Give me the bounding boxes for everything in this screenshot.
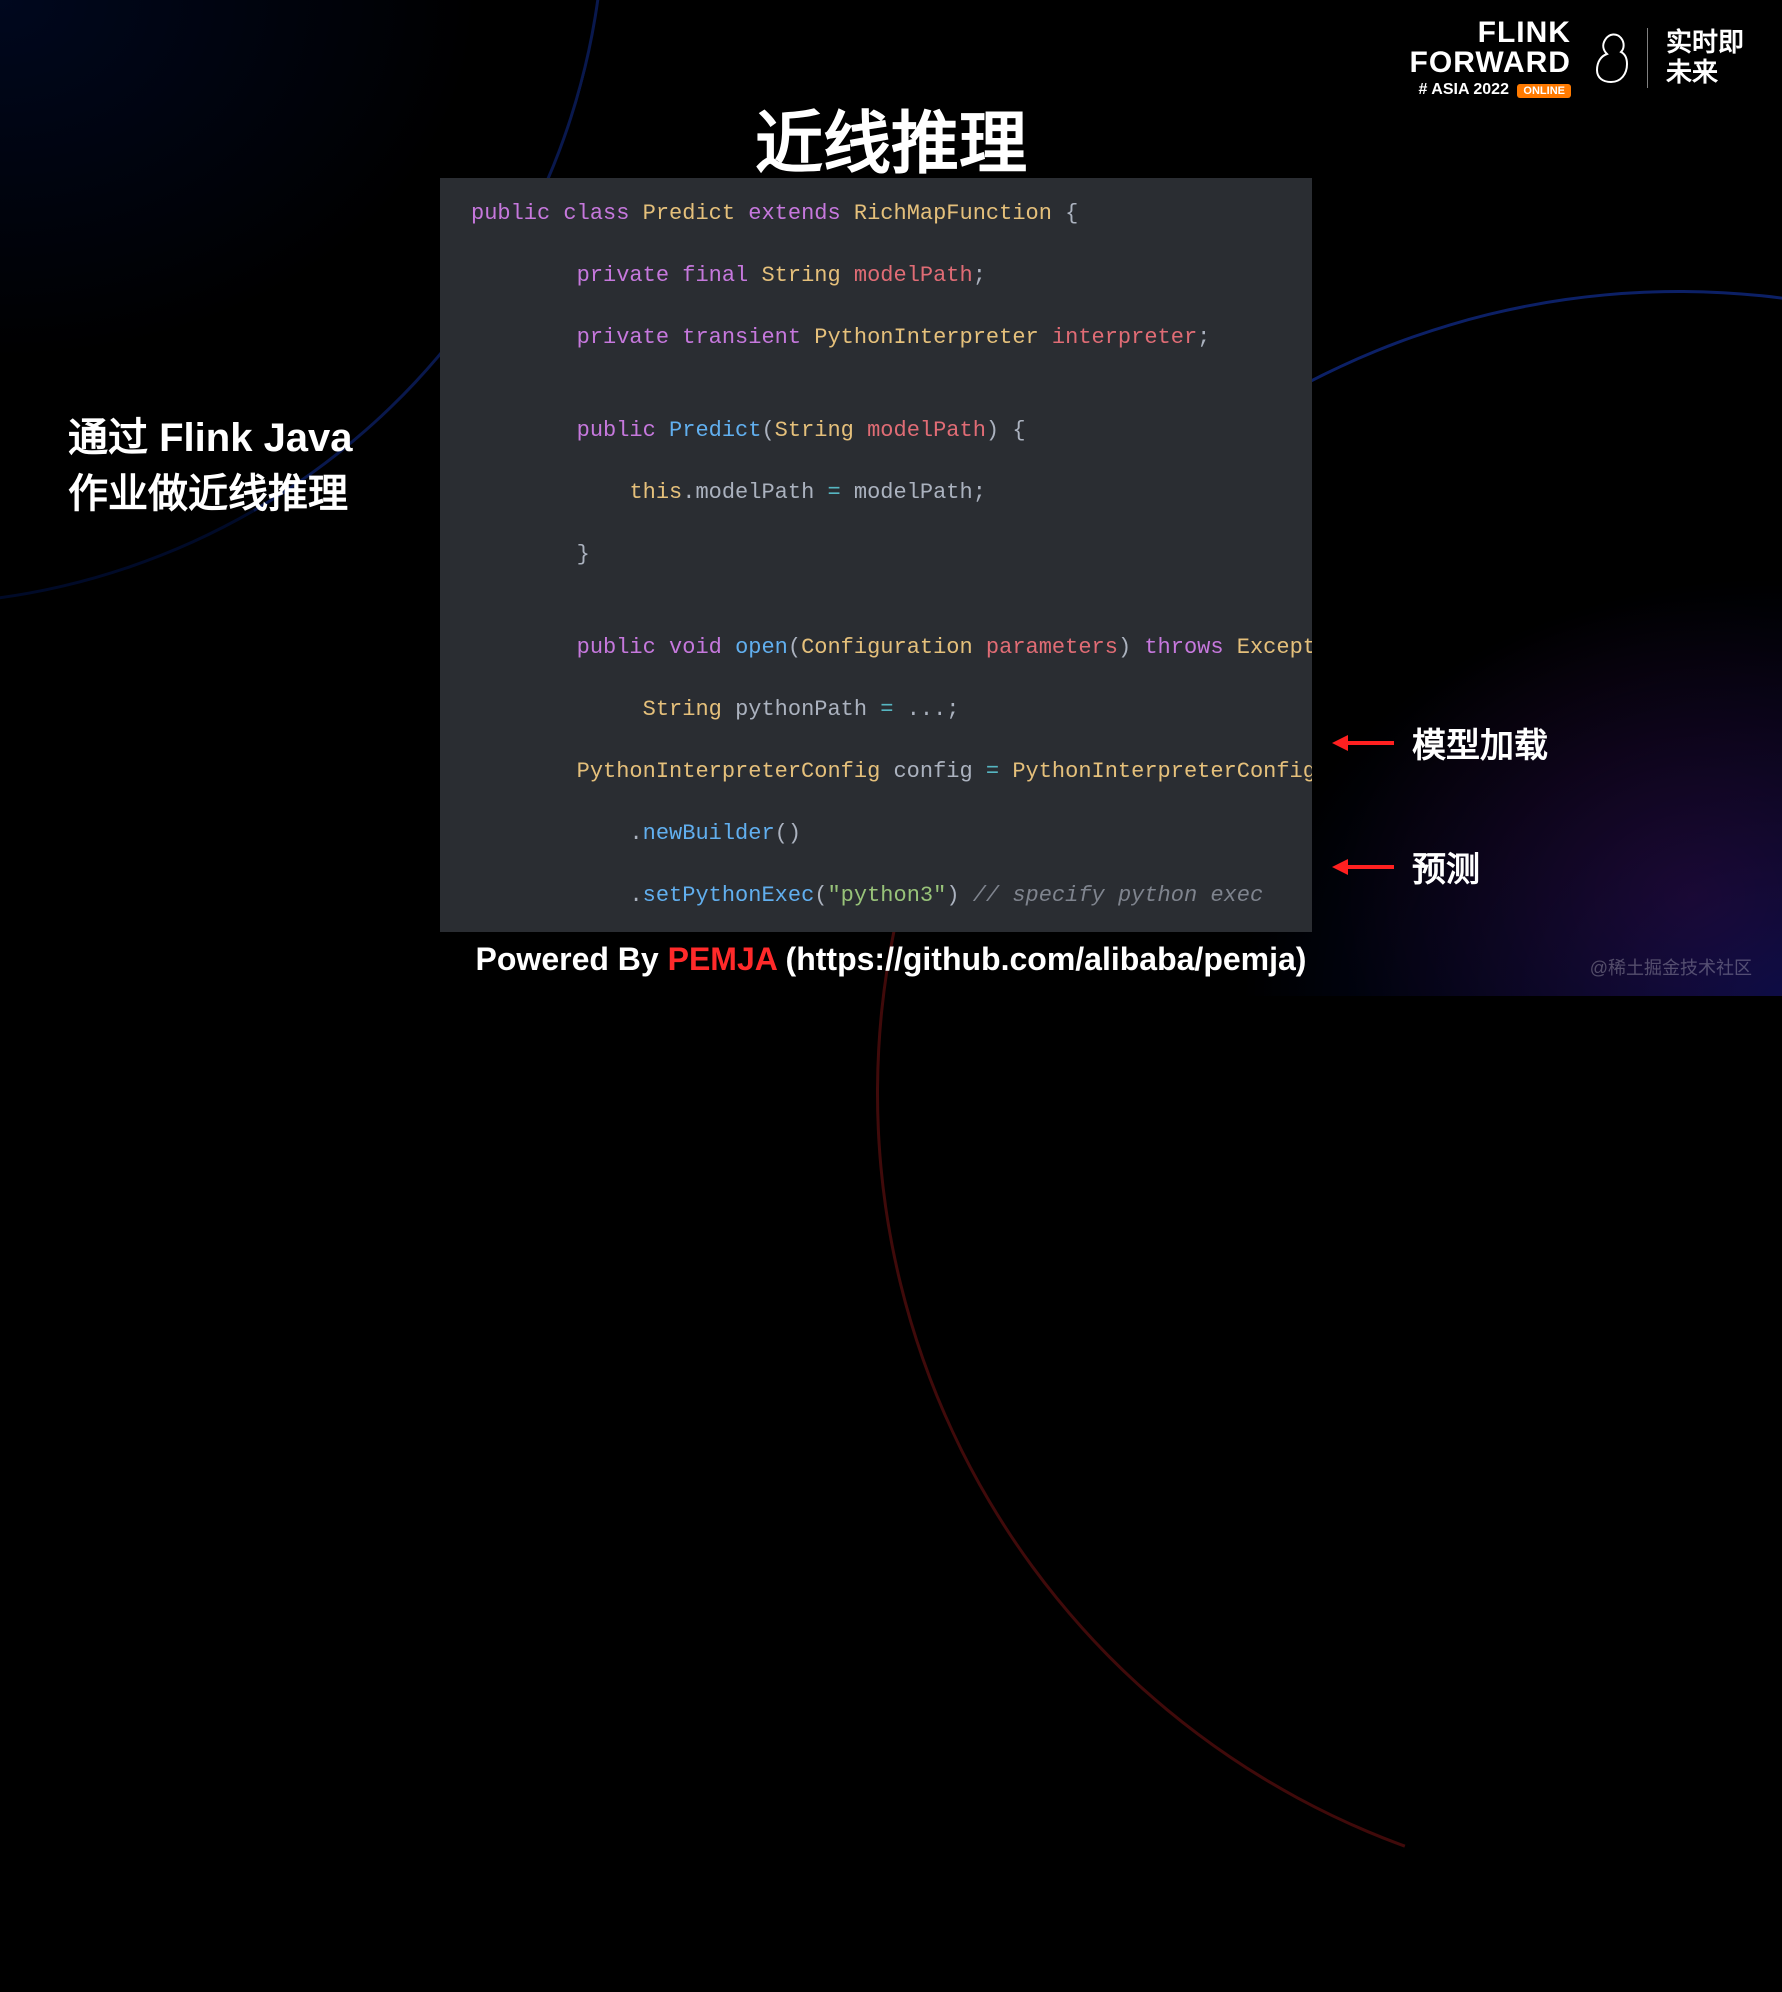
annotation-label-1: 模型加载: [1412, 718, 1548, 767]
logo-line2: FORWARD: [1410, 48, 1571, 78]
cn-line2: 未来: [1666, 58, 1744, 88]
side-description: 通过 Flink Java 作业做近线推理: [68, 410, 353, 522]
side-line2: 作业做近线推理: [68, 466, 353, 522]
watermark: @稀土掘金技术社区: [1590, 954, 1752, 980]
slide-title: 近线推理: [0, 88, 1782, 187]
logo-divider: [1647, 28, 1648, 88]
side-line1: 通过 Flink Java: [68, 410, 353, 466]
annotation-label-2: 预测: [1412, 842, 1480, 891]
annotation-predict: 预测: [1324, 842, 1480, 891]
footer-credit: Powered By PEMJA (https://github.com/ali…: [0, 941, 1782, 978]
footer-prefix: Powered By: [476, 941, 668, 977]
cn-line1: 实时即: [1666, 28, 1744, 58]
logo-chinese: 实时即 未来: [1666, 28, 1744, 88]
arrow-left-icon: [1324, 860, 1394, 874]
logo-line1: FLINK: [1410, 18, 1571, 48]
event-logo: FLINK FORWARD # ASIA 2022 ONLINE 实时即 未来: [1410, 18, 1744, 98]
arrow-left-icon: [1324, 736, 1394, 750]
squirrel-icon: [1589, 32, 1629, 84]
annotation-model-load: 模型加载: [1324, 718, 1548, 767]
footer-url: (https://github.com/alibaba/pemja): [777, 941, 1307, 977]
flink-forward-logo: FLINK FORWARD # ASIA 2022 ONLINE: [1410, 18, 1571, 98]
footer-brand: PEMJA: [668, 941, 777, 977]
code-block: public class Predict extends RichMapFunc…: [440, 178, 1312, 932]
